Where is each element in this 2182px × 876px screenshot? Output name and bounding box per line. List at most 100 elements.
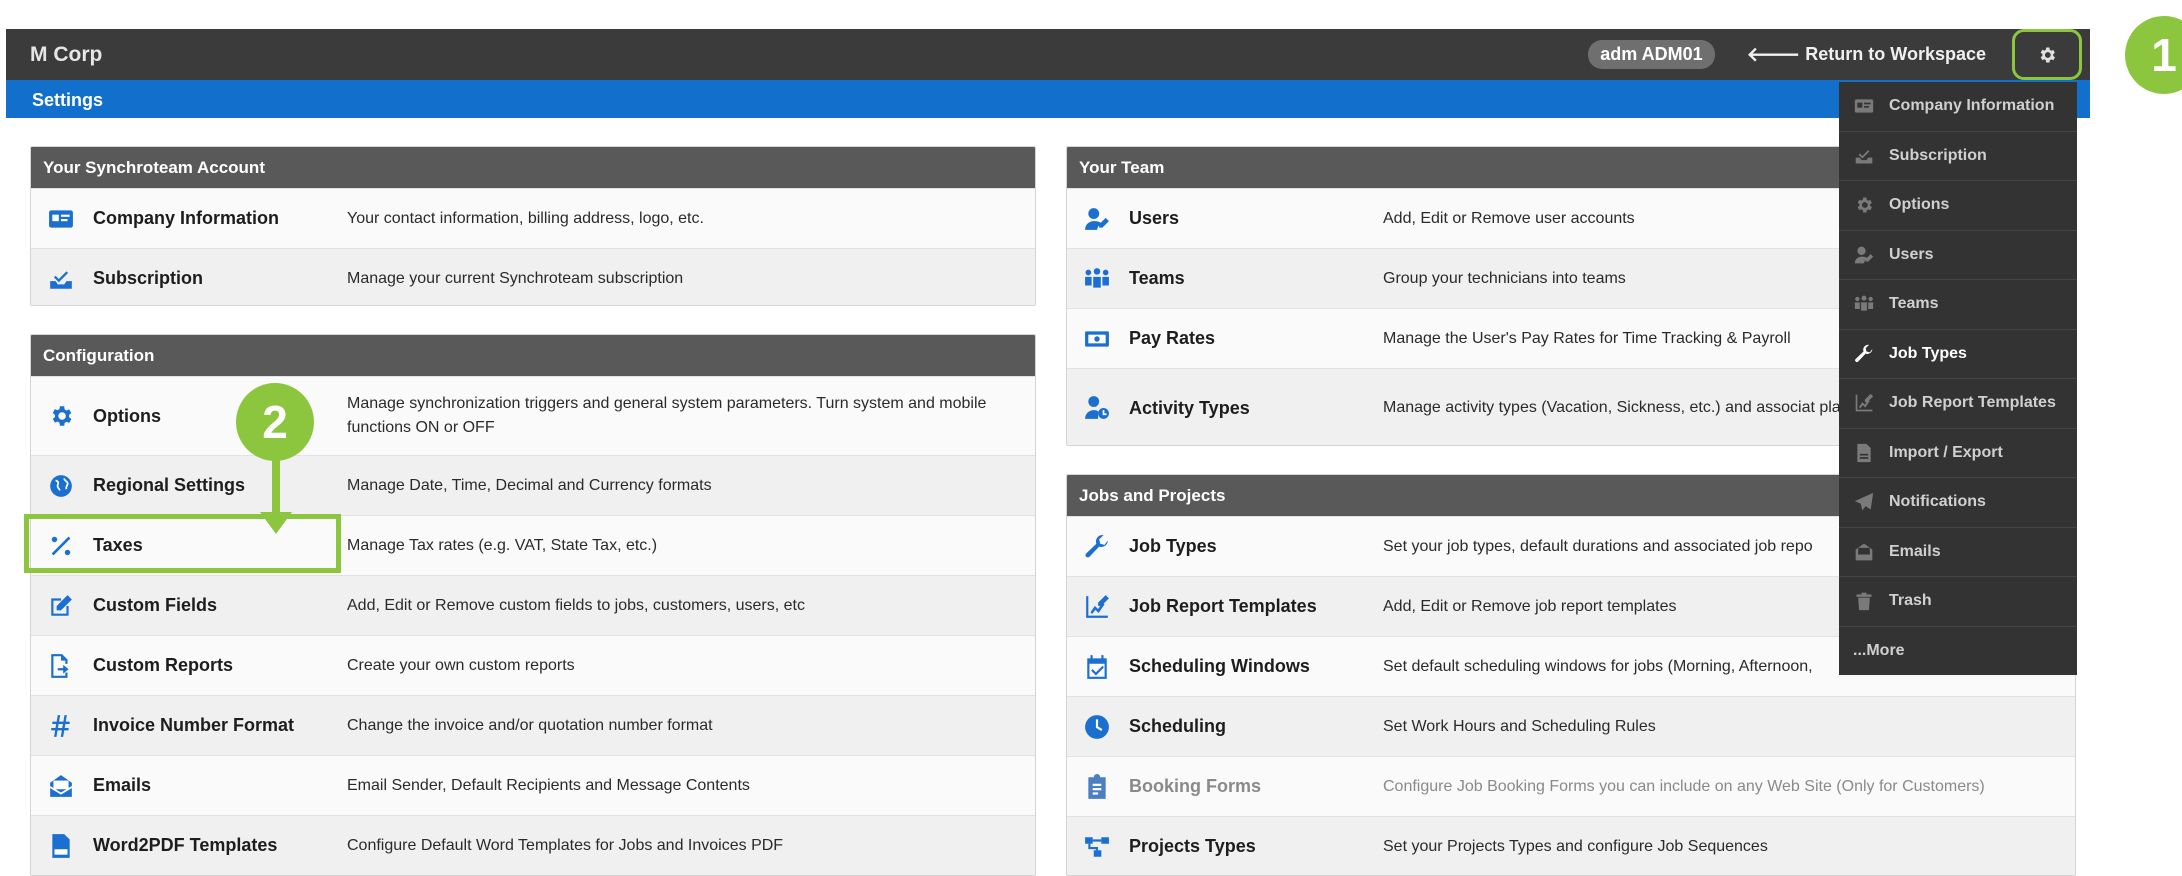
wrench-icon	[1080, 534, 1114, 560]
menu-item-teams[interactable]: Teams	[1839, 280, 2077, 330]
menu-item-label: Company Information	[1889, 97, 2055, 115]
calendar-check-icon	[1080, 654, 1114, 680]
row-description: Set your Projects Types and configure Jo…	[1383, 837, 1768, 855]
settings-row-projects-types[interactable]: Projects Types Set your Projects Types a…	[1067, 816, 2075, 875]
menu-item-users[interactable]: Users	[1839, 231, 2077, 280]
settings-row-scheduling[interactable]: Scheduling Set Work Hours and Scheduling…	[1067, 696, 2075, 756]
menu-item-options[interactable]: Options	[1839, 181, 2077, 231]
clipboard-icon	[1080, 773, 1114, 800]
settings-row-regional-settings[interactable]: Regional Settings Manage Date, Time, Dec…	[31, 455, 1035, 515]
row-description: Manage Date, Time, Decimal and Currency …	[347, 476, 712, 494]
menu-item-label: Options	[1889, 196, 1950, 214]
menu-item-emails[interactable]: Emails	[1839, 528, 2077, 577]
hashtag-icon	[44, 713, 78, 739]
row-name: Emails	[93, 775, 152, 795]
panel-configuration: Configuration Options Manage synchroniza…	[30, 334, 1036, 876]
callout-step-1: 1	[2125, 16, 2182, 94]
menu-item-job-report-templates[interactable]: Job Report Templates	[1839, 379, 2077, 429]
row-name: Company Information	[93, 208, 280, 228]
wrench-icon	[1853, 344, 1875, 364]
gear-icon	[44, 403, 78, 429]
project-flow-icon	[1080, 834, 1114, 860]
row-name: Activity Types	[1129, 397, 1250, 418]
settings-row-word2pdf-templates[interactable]: Word2PDF Templates Configure Default Wor…	[31, 815, 1035, 875]
id-card-icon	[44, 206, 78, 232]
paper-plane-icon	[1853, 492, 1875, 512]
settings-row-custom-reports[interactable]: Custom Reports Create your own custom re…	[31, 635, 1035, 695]
row-name: Pay Rates	[1129, 328, 1216, 348]
edit-icon	[44, 593, 78, 619]
gear-icon	[1853, 195, 1875, 215]
menu-item-job-types[interactable]: Job Types	[1839, 330, 2077, 379]
user-badge[interactable]: adm ADM01	[1588, 40, 1715, 69]
row-description: Add, Edit or Remove custom fields to job…	[347, 596, 805, 614]
user-edit-icon	[1853, 245, 1875, 265]
row-name: Scheduling	[1129, 716, 1227, 736]
row-description: Your contact information, billing addres…	[347, 209, 704, 227]
menu-item-subscription[interactable]: Subscription	[1839, 132, 2077, 181]
report-export-icon	[44, 653, 78, 679]
callout-step-2: 2	[236, 383, 314, 461]
menu-item-label: Notifications	[1889, 493, 1986, 511]
settings-row-invoice-number-format[interactable]: Invoice Number Format Change the invoice…	[31, 695, 1035, 755]
row-name: Job Types	[1129, 536, 1217, 556]
top-bar-actions: adm ADM01 🡐 Return to Workspace	[1588, 29, 2082, 80]
panel-rows: Options Manage synchronization triggers …	[31, 376, 1035, 875]
user-edit-icon	[1080, 206, 1114, 232]
settings-row-emails[interactable]: Emails Email Sender, Default Recipients …	[31, 755, 1035, 815]
email-icon	[44, 773, 78, 799]
row-name: Teams	[1129, 268, 1185, 288]
row-description: Configure Job Booking Forms you can incl…	[1383, 777, 1985, 795]
row-description: Manage synchronization triggers and gene…	[347, 395, 987, 436]
settings-dropdown-menu: Company Information Subscription Options…	[1839, 82, 2077, 675]
menu-item-import-export[interactable]: Import / Export	[1839, 429, 2077, 478]
row-name: Projects Types	[1129, 836, 1256, 856]
pdf-file-icon	[44, 833, 78, 859]
panel-title: Configuration	[31, 335, 1035, 376]
row-name: Regional Settings	[93, 475, 246, 495]
menu-item-label: Emails	[1889, 542, 1941, 560]
row-description: Set Work Hours and Scheduling Rules	[1383, 717, 1656, 735]
menu-item-trash[interactable]: Trash	[1839, 577, 2077, 627]
menu-item-more[interactable]: ...More	[1839, 627, 2077, 677]
report-template-icon	[1853, 393, 1875, 413]
menu-item-label: Trash	[1889, 592, 1932, 610]
menu-item-label: Import / Export	[1889, 443, 2003, 461]
import-export-icon	[1853, 443, 1875, 463]
menu-item-label: Job Report Templates	[1889, 394, 2056, 412]
return-to-workspace-link[interactable]: 🡐 Return to Workspace	[1747, 42, 1986, 67]
settings-row-booking-forms[interactable]: Booking Forms Configure Job Booking Form…	[1067, 756, 2075, 816]
gear-icon	[2040, 47, 2055, 62]
menu-item-label: Subscription	[1889, 146, 1987, 164]
highlight-taxes-box	[24, 514, 341, 573]
arrow-left-icon: 🡐	[1746, 44, 1801, 66]
row-name: Custom Fields	[93, 595, 218, 615]
id-card-icon	[1853, 96, 1875, 116]
email-icon	[1853, 542, 1875, 562]
return-label: Return to Workspace	[1805, 44, 1986, 64]
globe-icon	[44, 473, 78, 499]
settings-row-subscription[interactable]: Subscription Manage your current Synchro…	[31, 248, 1035, 305]
menu-item-label: Users	[1889, 245, 1934, 263]
row-name: Job Report Templates	[1129, 596, 1317, 616]
top-bar: M Corp adm ADM01 🡐 Return to Workspace	[6, 29, 2090, 80]
money-icon	[1080, 326, 1114, 352]
row-description: Change the invoice and/or quotation numb…	[347, 716, 713, 734]
trash-icon	[1853, 591, 1875, 611]
callout-arrow-line	[272, 454, 280, 518]
row-description: Email Sender, Default Recipients and Mes…	[347, 776, 750, 794]
menu-item-notifications[interactable]: Notifications	[1839, 478, 2077, 528]
menu-item-company-information[interactable]: Company Information	[1839, 82, 2077, 132]
settings-row-company-information[interactable]: Company Information Your contact informa…	[31, 188, 1035, 248]
brand-name: M Corp	[30, 42, 103, 66]
settings-gear-button[interactable]	[2012, 29, 2082, 80]
row-name: Booking Forms	[1129, 776, 1262, 796]
subscription-icon	[1853, 146, 1875, 166]
row-name: Invoice Number Format	[93, 715, 295, 735]
subscription-icon	[44, 266, 78, 292]
settings-row-options[interactable]: Options Manage synchronization triggers …	[31, 376, 1035, 455]
row-name: Subscription	[93, 268, 204, 288]
settings-row-custom-fields[interactable]: Custom Fields Add, Edit or Remove custom…	[31, 575, 1035, 635]
row-description: Manage Tax rates (e.g. VAT, State Tax, e…	[347, 536, 658, 554]
clock-icon	[1080, 714, 1114, 740]
